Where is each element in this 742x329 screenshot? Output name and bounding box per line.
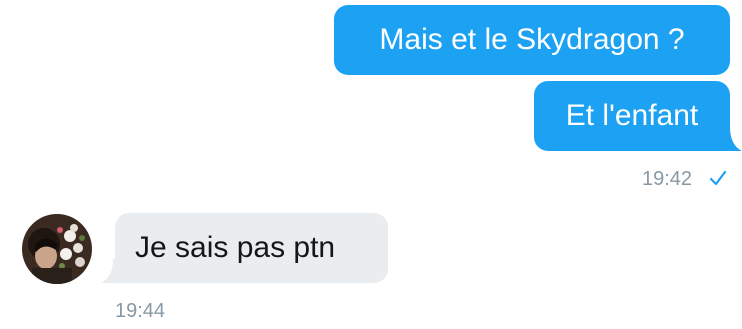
avatar[interactable] [22,214,92,284]
message-timestamp: 19:44 [115,300,166,322]
message-timestamp: 19:42 [642,168,693,190]
check-icon [709,170,727,186]
outgoing-message-bubble[interactable]: Mais et le Skydragon ? [334,5,730,75]
conversation-thread: Mais et le Skydragon ? Et l'enfant 19:42 [0,0,742,329]
incoming-message-bubble[interactable]: Je sais pas ptn [115,213,388,283]
message-text: Et l'enfant [565,99,699,132]
message-text: Mais et le Skydragon ? [379,23,685,56]
bubble-tail [726,127,742,151]
message-text: Je sais pas ptn [135,231,336,264]
outgoing-message-bubble[interactable]: Et l'enfant [534,81,730,151]
